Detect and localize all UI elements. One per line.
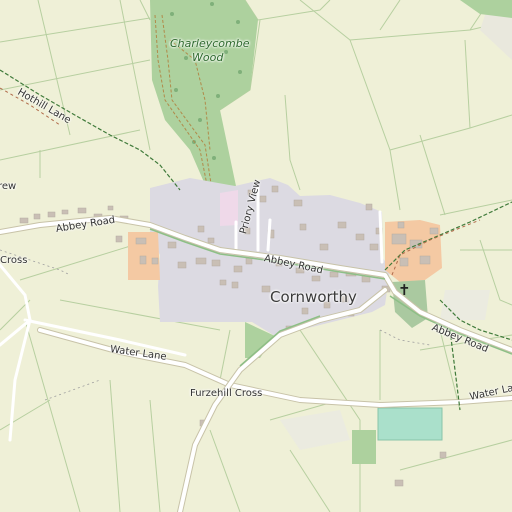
cross-west-label: Cross (0, 255, 28, 266)
yard-area-east (440, 290, 490, 320)
map-base-layer (0, 0, 512, 512)
village-label: Cornworthy (270, 288, 357, 306)
wood-label-line1: Charleycombe (170, 37, 250, 50)
sports-pitch (377, 407, 443, 441)
map-canvas[interactable]: Charleycombe Wood Hothill Lane rew Abbey… (0, 0, 512, 512)
furzehill-cross-label: Furzehill Cross (190, 388, 263, 399)
school-plot (220, 190, 238, 226)
crew-fragment-label: rew (0, 181, 17, 192)
wood-label-line2: Wood (192, 51, 224, 64)
green-plot (352, 430, 376, 464)
church-icon: ✝ (398, 281, 411, 299)
